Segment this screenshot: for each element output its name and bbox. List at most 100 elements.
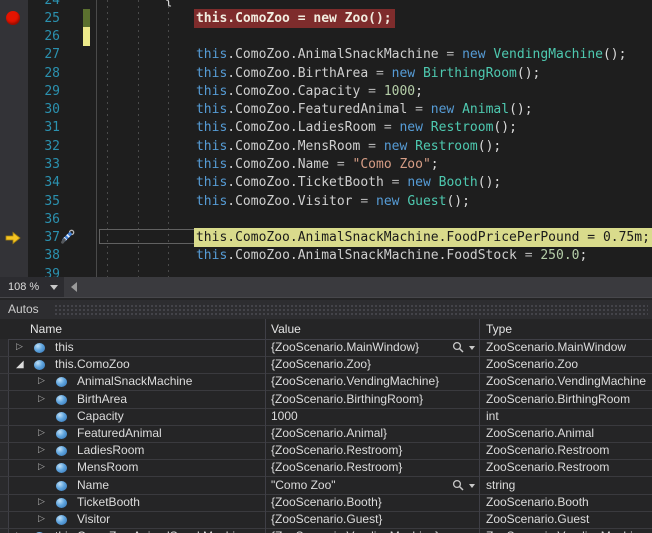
variable-name: FeaturedAnimal bbox=[77, 425, 162, 442]
column-separator[interactable] bbox=[479, 319, 480, 533]
variable-value[interactable]: {ZooScenario.Guest} bbox=[271, 511, 446, 528]
code-line[interactable]: 31this.ComoZoo.LadiesRoom = new Restroom… bbox=[0, 118, 652, 137]
horizontal-scrollbar[interactable]: 108 % bbox=[0, 277, 652, 297]
field-icon bbox=[34, 360, 45, 370]
column-header-name[interactable]: Name bbox=[30, 319, 62, 339]
variable-type: ZooScenario.Zoo bbox=[486, 356, 650, 373]
autos-row[interactable]: ▷Visitor{ZooScenario.Guest}ZooScenario.G… bbox=[0, 511, 652, 529]
line-number: 30 bbox=[28, 100, 60, 119]
line-number: 29 bbox=[28, 82, 60, 101]
variable-name: this.ComoZoo bbox=[55, 356, 130, 373]
field-icon bbox=[56, 446, 67, 456]
code-line[interactable]: 30 this.ComoZoo.FeaturedAnimal = new Anim… bbox=[0, 100, 652, 119]
change-tracking-bar bbox=[83, 27, 90, 46]
code-text: this.ComoZoo.BirthArea = new BirthingRoo… bbox=[196, 64, 540, 83]
variable-value[interactable]: {ZooScenario.Animal} bbox=[271, 425, 446, 442]
field-icon bbox=[56, 463, 67, 473]
variable-value[interactable]: {ZooScenario.MainWindow} bbox=[271, 339, 446, 356]
chevron-down-icon bbox=[50, 285, 58, 290]
current-statement-leading-box bbox=[99, 229, 195, 244]
code-line[interactable]: 37this.ComoZoo.AnimalSnackMachine.FoodPr… bbox=[0, 228, 652, 247]
code-line[interactable]: 34 this.ComoZoo.TicketBooth = new Booth()… bbox=[0, 173, 652, 192]
column-header-value[interactable]: Value bbox=[271, 319, 301, 339]
expand-expander-icon[interactable]: ▷ bbox=[38, 425, 45, 442]
variable-name: AnimalSnackMachine bbox=[77, 373, 192, 390]
code-line[interactable]: 39 bbox=[0, 265, 652, 277]
expand-expander-icon[interactable]: ▷ bbox=[16, 528, 23, 533]
variable-name: Capacity bbox=[77, 408, 124, 425]
chevron-down-icon[interactable] bbox=[469, 346, 475, 350]
variable-name: Visitor bbox=[77, 511, 110, 528]
code-text: this.ComoZoo.TicketBooth = new Booth(); bbox=[196, 173, 501, 192]
scroll-left-icon[interactable] bbox=[71, 282, 77, 292]
change-tracking-bar bbox=[83, 9, 90, 28]
code-editor[interactable]: 24{25this.ComoZoo = new Zoo();2627this.C… bbox=[0, 0, 652, 277]
breakpoint-icon[interactable] bbox=[6, 11, 20, 25]
line-number: 39 bbox=[28, 265, 60, 277]
collapse-expander-icon[interactable]: ◢ bbox=[16, 356, 24, 373]
autos-row[interactable]: Capacity1000int bbox=[0, 408, 652, 426]
autos-row[interactable]: ▷ FeaturedAnimal {ZooScenario.Animal} ZooSc… bbox=[0, 425, 652, 443]
variable-value[interactable]: 1000 bbox=[271, 408, 446, 425]
variable-type: ZooScenario.Animal bbox=[486, 425, 650, 442]
autos-row[interactable]: ▷LadiesRoom{ZooScenario.Restroom}ZooScen… bbox=[0, 442, 652, 460]
line-number: 34 bbox=[28, 173, 60, 192]
expand-expander-icon[interactable]: ▷ bbox=[38, 459, 45, 476]
variable-name: Name bbox=[77, 477, 109, 494]
code-text: this.ComoZoo = new Zoo(); bbox=[194, 9, 395, 28]
vs-debugger-window: 24{25this.ComoZoo = new Zoo();2627this.C… bbox=[0, 0, 652, 533]
variable-value[interactable]: "Como Zoo" bbox=[271, 477, 446, 494]
variable-value[interactable]: {ZooScenario.Restroom} bbox=[271, 442, 446, 459]
magnifier-icon[interactable] bbox=[452, 479, 478, 493]
expand-expander-icon[interactable]: ▷ bbox=[38, 511, 45, 528]
variable-name: TicketBooth bbox=[77, 494, 140, 511]
autos-row[interactable]: ▷ AnimalSnackMachine {ZooScenario.VendingM… bbox=[0, 373, 652, 391]
code-line[interactable]: 36 bbox=[0, 210, 652, 229]
autos-row[interactable]: ▷BirthArea{ZooScenario.BirthingRoom}ZooS… bbox=[0, 391, 652, 409]
variable-type: ZooScenario.VendingMachine bbox=[486, 373, 650, 390]
code-text: this.ComoZoo.FeaturedAnimal = new Animal… bbox=[196, 100, 533, 119]
autos-row[interactable]: ◢ this.ComoZoo {ZooScenario.Zoo} ZooScenari… bbox=[0, 356, 652, 374]
variable-type: ZooScenario.VendingMachine bbox=[486, 528, 650, 533]
expand-expander-icon[interactable]: ▷ bbox=[38, 391, 45, 408]
autos-row[interactable]: ▷MensRoom{ZooScenario.Restroom}ZooScenar… bbox=[0, 459, 652, 477]
variable-type: ZooScenario.Restroom bbox=[486, 442, 650, 459]
expand-expander-icon[interactable]: ▷ bbox=[16, 339, 23, 356]
zoom-level-combo[interactable]: 108 % bbox=[0, 277, 64, 297]
variable-name: this bbox=[55, 339, 74, 356]
autos-row[interactable]: ▷ this {ZooScenario.MainWindow} ZooScenario… bbox=[0, 339, 652, 357]
variable-value[interactable]: {ZooScenario.VendingMachine} bbox=[271, 528, 446, 533]
code-line[interactable]: 27this.ComoZoo.AnimalSnackMachine = new … bbox=[0, 45, 652, 64]
variable-type: ZooScenario.MainWindow bbox=[486, 339, 650, 356]
code-text: this.ComoZoo.Name = "Como Zoo"; bbox=[196, 155, 439, 174]
line-number: 27 bbox=[28, 45, 60, 64]
chevron-down-icon[interactable] bbox=[469, 484, 475, 488]
magnifier-icon[interactable] bbox=[452, 341, 478, 355]
autos-row[interactable]: Name"Como Zoo"string bbox=[0, 477, 652, 495]
code-text: this.ComoZoo.Capacity = 1000; bbox=[196, 82, 423, 101]
code-line[interactable]: 26 bbox=[0, 27, 652, 46]
code-line[interactable]: 32this.ComoZoo.MensRoom = new Restroom()… bbox=[0, 137, 652, 156]
code-line[interactable]: 28this.ComoZoo.BirthArea = new BirthingR… bbox=[0, 64, 652, 83]
expand-expander-icon[interactable]: ▷ bbox=[38, 442, 45, 459]
autos-row[interactable]: ▷this.ComoZoo.AnimalSnackMachine{ZooScen… bbox=[0, 528, 652, 533]
variable-value[interactable]: {ZooScenario.VendingMachine} bbox=[271, 373, 446, 390]
field-icon bbox=[56, 412, 67, 422]
variable-value[interactable]: {ZooScenario.Zoo} bbox=[271, 356, 446, 373]
column-header-type[interactable]: Type bbox=[486, 319, 512, 339]
code-line[interactable]: 35this.ComoZoo.Visitor = new Guest(); bbox=[0, 192, 652, 211]
variable-value[interactable]: {ZooScenario.BirthingRoom} bbox=[271, 391, 446, 408]
code-line[interactable]: 38this.ComoZoo.AnimalSnackMachine.FoodSt… bbox=[0, 246, 652, 265]
code-line[interactable]: 25this.ComoZoo = new Zoo(); bbox=[0, 9, 652, 28]
variable-value[interactable]: {ZooScenario.Booth} bbox=[271, 494, 446, 511]
code-line[interactable]: 29 this.ComoZoo.Capacity = 1000; bbox=[0, 82, 652, 101]
autos-row[interactable]: ▷TicketBooth{ZooScenario.Booth}ZooScenar… bbox=[0, 494, 652, 512]
column-separator[interactable] bbox=[265, 319, 266, 533]
expand-expander-icon[interactable]: ▷ bbox=[38, 373, 45, 390]
code-line[interactable]: 33this.ComoZoo.Name = "Como Zoo"; bbox=[0, 155, 652, 174]
expand-expander-icon[interactable]: ▷ bbox=[38, 494, 45, 511]
variable-value[interactable]: {ZooScenario.Restroom} bbox=[271, 459, 446, 476]
autos-titlebar[interactable]: Autos bbox=[0, 300, 652, 319]
field-icon bbox=[56, 395, 67, 405]
field-icon bbox=[56, 498, 67, 508]
